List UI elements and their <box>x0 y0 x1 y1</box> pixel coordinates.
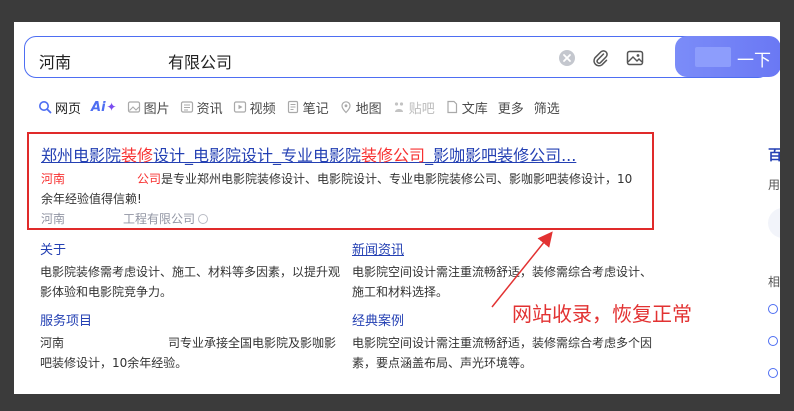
annotation-arrow-icon <box>491 231 553 308</box>
annotation-text: 网站收录，恢复正常 <box>512 302 692 326</box>
search-results-page: 河南 有限公司 一下 网页 Ai ✦ 图片 资讯 视频 笔记 地图 贴吧 文库 … <box>14 22 780 394</box>
